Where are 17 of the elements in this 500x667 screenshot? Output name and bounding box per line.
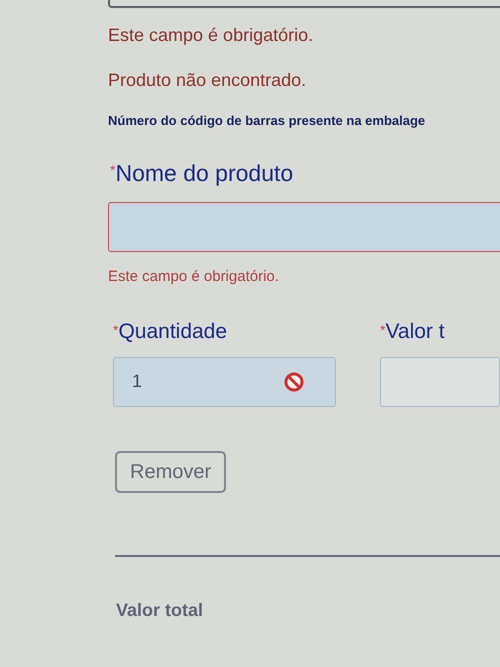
error-message: Este campo é obrigatório.: [108, 24, 314, 46]
field-label: Nome do produto: [115, 159, 294, 188]
required-mark: *: [113, 322, 118, 336]
error-message: Este campo é obrigatório.: [108, 267, 280, 287]
field-value: 1: [132, 370, 142, 394]
input-field[interactable]: [108, 202, 500, 252]
field-label: Quantidade: [118, 318, 228, 344]
field-label: Valor t: [385, 318, 445, 344]
error-message: Produto não encontrado.: [108, 68, 308, 91]
input-field[interactable]: [380, 356, 500, 407]
required-mark: *: [110, 163, 116, 178]
input-field[interactable]: [108, 0, 500, 8]
remove-button[interactable]: Remover: [115, 450, 226, 493]
hint-text: Número do código de barras presente na embalage: [108, 113, 426, 130]
not-allowed-icon: [284, 372, 304, 392]
required-mark: *: [380, 322, 386, 336]
section-heading: Valor total: [116, 598, 204, 622]
